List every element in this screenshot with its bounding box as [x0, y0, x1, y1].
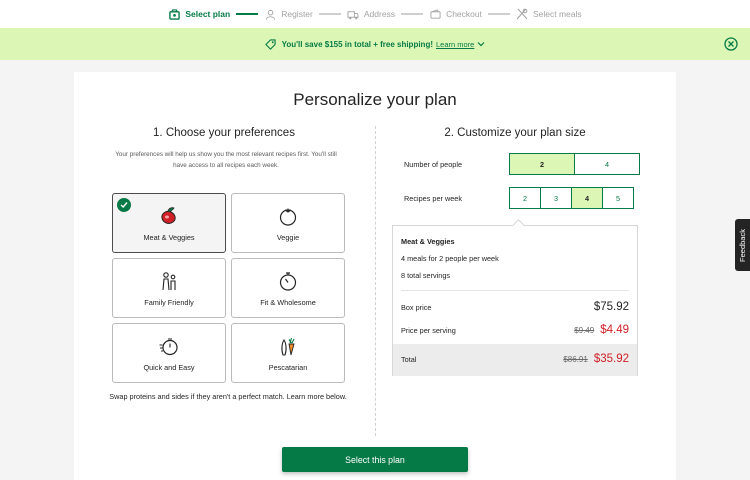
- swap-note: Swap proteins and sides if they aren't a…: [109, 392, 347, 401]
- recipes-selector: Recipes per week 2 3 4 5: [404, 187, 634, 209]
- tile-meat-veggies[interactable]: Meat & Veggies: [112, 193, 226, 253]
- utensils-icon: [516, 8, 528, 20]
- preferences-description: Your preferences will help us show you t…: [115, 151, 337, 169]
- stopwatch-icon: [277, 270, 299, 292]
- learn-more-link[interactable]: Learn more: [436, 40, 474, 49]
- plan-icon: [168, 8, 180, 20]
- tile-label: Quick and Easy: [143, 362, 195, 372]
- people-options: 2 4: [509, 153, 640, 175]
- promo-banner: You'll save $155 in total + free shippin…: [0, 28, 750, 60]
- page-title: Personalize your plan: [293, 90, 457, 109]
- summary-divider: [401, 290, 629, 291]
- people-option-2[interactable]: 2: [509, 153, 575, 175]
- recipes-options: 2 3 4 5: [509, 187, 634, 209]
- family-icon: [158, 270, 180, 292]
- people-option-4[interactable]: 4: [574, 153, 640, 175]
- total-row: Total $86.91 $35.92: [393, 344, 637, 376]
- timer-icon: [158, 335, 180, 357]
- tile-pescatarian[interactable]: Pescatarian: [231, 323, 345, 383]
- tile-family-friendly[interactable]: Family Friendly: [112, 258, 226, 318]
- summary-meals: 4 meals for 2 people per week: [401, 254, 499, 263]
- meat-veggies-icon: [158, 205, 180, 227]
- tile-veggie[interactable]: Veggie: [231, 193, 345, 253]
- total-prices: $86.91 $35.92: [563, 353, 629, 365]
- checkout-stepper: Select plan Register Address Checkout Se…: [0, 0, 750, 28]
- tile-fit-wholesome[interactable]: Fit & Wholesome: [231, 258, 345, 318]
- per-serving-row: Price per serving $9.49 $4.49: [401, 324, 629, 336]
- step-connector: [401, 13, 424, 15]
- user-icon: [264, 8, 276, 20]
- tile-label: Fit & Wholesome: [260, 297, 316, 307]
- wallet-icon: [429, 8, 441, 20]
- people-selector: Number of people 2 4: [404, 153, 640, 175]
- step-checkout: Checkout: [429, 8, 482, 20]
- column-divider: [375, 126, 376, 436]
- promo-text: You'll save $155 in total + free shippin…: [281, 39, 433, 49]
- tile-label: Pescatarian: [268, 362, 308, 372]
- per-serving-new-price: $4.49: [600, 324, 629, 336]
- check-icon: [117, 198, 131, 212]
- step-label: Register: [281, 9, 313, 19]
- per-serving-old-price: $9.49: [574, 326, 595, 335]
- per-serving-label: Price per serving: [401, 326, 456, 335]
- summary-plan-name: Meat & Veggies: [401, 237, 455, 246]
- recipes-label: Recipes per week: [404, 193, 462, 203]
- recipes-option-3[interactable]: 3: [540, 187, 572, 209]
- step-register: Register: [264, 8, 313, 20]
- total-old-price: $86.91: [563, 355, 588, 364]
- tile-label: Meat & Veggies: [143, 232, 195, 242]
- box-price-label: Box price: [401, 303, 432, 312]
- step-label: Address: [363, 9, 396, 19]
- tile-label: Veggie: [276, 232, 300, 242]
- tomato-icon: [277, 205, 299, 227]
- feedback-tab[interactable]: Feedback: [735, 219, 750, 271]
- recipes-option-5[interactable]: 5: [602, 187, 634, 209]
- preferences-heading: 1. Choose your preferences: [153, 127, 295, 139]
- feedback-label: Feedback: [738, 228, 747, 262]
- recipes-option-2[interactable]: 2: [509, 187, 541, 209]
- step-select-plan: Select plan: [168, 8, 230, 20]
- tile-label: Family Friendly: [144, 297, 194, 307]
- total-row-content: Total $86.91 $35.92: [401, 353, 629, 365]
- step-label: Select plan: [185, 9, 231, 19]
- chevron-down-icon[interactable]: [477, 40, 485, 48]
- box-price-row: Box price $75.92: [401, 301, 629, 313]
- truck-icon: [347, 8, 359, 20]
- total-new-price: $35.92: [593, 353, 629, 365]
- step-label: Select meals: [532, 9, 582, 19]
- plan-size-heading: 2. Customize your plan size: [444, 127, 586, 139]
- step-connector: [236, 13, 259, 15]
- close-icon[interactable]: [724, 37, 738, 51]
- step-address: Address: [347, 8, 395, 20]
- step-label: Checkout: [446, 9, 482, 19]
- fish-carrot-icon: [277, 335, 299, 357]
- tag-icon: [264, 38, 276, 50]
- select-plan-button[interactable]: Select this plan: [282, 447, 468, 472]
- plan-card: Personalize your plan 1. Choose your pre…: [74, 72, 676, 480]
- step-select-meals: Select meals: [516, 8, 582, 20]
- recipes-option-4[interactable]: 4: [571, 187, 603, 209]
- step-connector: [487, 13, 510, 15]
- summary-servings: 8 total servings: [401, 271, 451, 280]
- plan-summary: Meat & Veggies 4 meals for 2 people per …: [392, 219, 638, 376]
- summary-notch: [512, 219, 525, 232]
- box-price-value: $75.92: [593, 301, 629, 313]
- total-label: Total: [401, 355, 417, 364]
- step-connector: [318, 13, 341, 15]
- preference-tiles: Meat & Veggies Veggie Family Friendly Fi…: [112, 193, 345, 383]
- tile-quick-easy[interactable]: Quick and Easy: [112, 323, 226, 383]
- per-serving-prices: $9.49 $4.49: [574, 324, 629, 336]
- people-label: Number of people: [404, 159, 463, 169]
